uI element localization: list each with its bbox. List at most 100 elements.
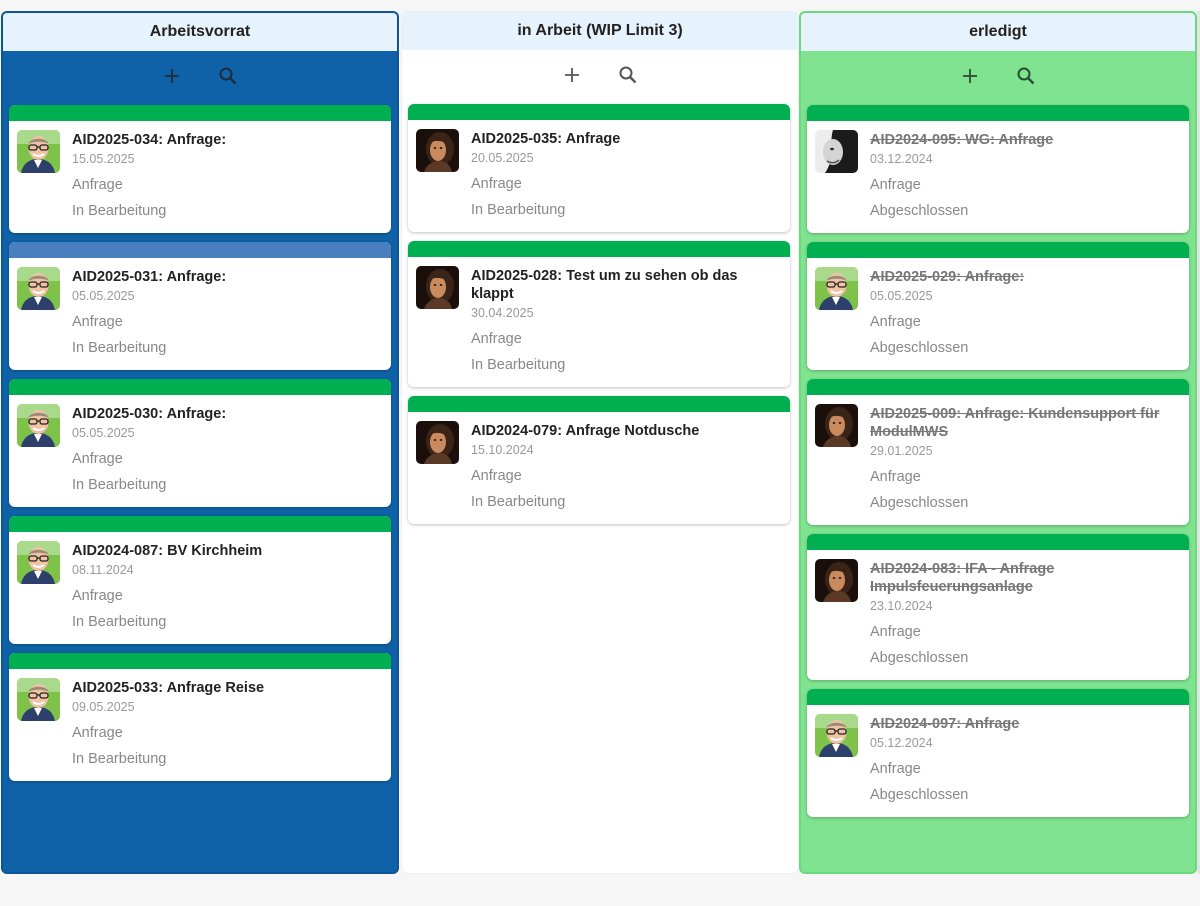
card-type: Anfrage (870, 177, 921, 193)
avatar (416, 266, 459, 309)
plus-icon (963, 69, 977, 83)
plus-icon (565, 68, 579, 82)
card-date: 03.12.2024 (870, 152, 933, 166)
card-type: Anfrage (870, 761, 921, 777)
add-card-button[interactable] (560, 63, 584, 87)
card-type: Anfrage (870, 624, 921, 640)
card-status-bar (807, 105, 1189, 121)
card-date: 08.11.2024 (72, 563, 134, 577)
card-status-bar (408, 241, 790, 257)
card-date: 05.05.2025 (870, 289, 933, 303)
avatar (17, 541, 60, 584)
search-icon (219, 67, 237, 85)
kanban-card[interactable]: AID2024-097: Anfrage 05.12.2024 Anfrage Abg… (807, 689, 1189, 817)
card-body: AID2024-087: BV Kirchheim 08.11.2024 Anfra… (9, 532, 391, 644)
avatar (416, 421, 459, 464)
card-type: Anfrage (471, 468, 522, 484)
column-title: erledigt (801, 13, 1195, 51)
kanban-card[interactable]: AID2025-028: Test um zu sehen ob das kla… (408, 241, 790, 387)
card-status: Abgeschlossen (870, 787, 969, 803)
card-type: Anfrage (72, 725, 123, 741)
card-body: AID2024-097: Anfrage 05.12.2024 Anfrage Abg… (807, 705, 1189, 817)
card-title: AID2025-030: Anfrage: (72, 406, 227, 422)
kanban-card[interactable]: AID2025-031: Anfrage: 05.05.2025 Anfrage In… (9, 242, 391, 370)
card-date: 15.05.2025 (72, 152, 135, 166)
card-status: In Bearbeitung (471, 357, 566, 373)
search-icon (1017, 67, 1035, 85)
card-title: AID2024-083: IFA - Anfrage Impulsfeuerun… (870, 561, 1055, 595)
plus-icon (165, 69, 179, 83)
search-button[interactable] (616, 63, 640, 87)
card-title: AID2025-029: Anfrage: (870, 269, 1025, 285)
card-title: AID2025-028: Test um zu sehen ob das kla… (471, 268, 738, 302)
card-title: AID2025-034: Anfrage: (72, 132, 227, 148)
add-card-button[interactable] (958, 64, 982, 88)
avatar (416, 129, 459, 172)
card-status: Abgeschlossen (870, 340, 969, 356)
card-status: In Bearbeitung (72, 751, 167, 767)
avatar (17, 678, 60, 721)
card-type: Anfrage (72, 451, 123, 467)
kanban-board: Arbeitsvorrat AID2025-034: Anfrage: 15.05… (0, 0, 1200, 906)
card-title: AID2025-035: Anfrage (471, 131, 621, 147)
card-type: Anfrage (471, 331, 522, 347)
kanban-card[interactable]: AID2025-035: Anfrage 20.05.2025 Anfrage In … (408, 104, 790, 232)
card-status: In Bearbeitung (72, 203, 167, 219)
card-body: AID2025-031: Anfrage: 05.05.2025 Anfrage In… (9, 258, 391, 370)
kanban-card[interactable]: AID2024-087: BV Kirchheim 08.11.2024 Anfra… (9, 516, 391, 644)
card-status: Abgeschlossen (870, 650, 969, 666)
column-in-progress: in Arbeit (WIP Limit 3) AID2025-035: Anf… (401, 11, 799, 874)
kanban-card[interactable]: AID2025-034: Anfrage: 15.05.2025 Anfrage In… (9, 105, 391, 233)
avatar (17, 404, 60, 447)
column-title: Arbeitsvorrat (3, 13, 397, 51)
column-toolbar (3, 59, 397, 93)
card-status: Abgeschlossen (870, 495, 969, 511)
kanban-card[interactable]: AID2024-079: Anfrage Notdusche 15.10.2024… (408, 396, 790, 524)
card-status-bar (807, 534, 1189, 550)
search-button[interactable] (1014, 64, 1038, 88)
card-status-bar (9, 105, 391, 121)
search-button[interactable] (216, 64, 240, 88)
card-type: Anfrage (471, 176, 522, 192)
card-title: AID2025-009: Anfrage: Kundensupport für … (870, 406, 1160, 440)
kanban-card[interactable]: AID2025-030: Anfrage: 05.05.2025 Anfrage In… (9, 379, 391, 507)
card-title: AID2024-087: BV Kirchheim (72, 543, 263, 559)
card-status: In Bearbeitung (72, 340, 167, 356)
card-date: 30.04.2025 (471, 306, 534, 320)
card-status-bar (9, 242, 391, 258)
kanban-card[interactable]: AID2025-009: Anfrage: Kundensupport für … (807, 379, 1189, 525)
avatar (815, 714, 858, 757)
card-body: AID2025-034: Anfrage: 15.05.2025 Anfrage In… (9, 121, 391, 233)
card-title: AID2025-031: Anfrage: (72, 269, 227, 285)
card-title: AID2024-079: Anfrage Notdusche (471, 423, 700, 439)
card-date: 05.05.2025 (72, 426, 135, 440)
column-backlog: Arbeitsvorrat AID2025-034: Anfrage: 15.05… (1, 11, 399, 874)
card-type: Anfrage (72, 177, 123, 193)
kanban-card[interactable]: AID2025-029: Anfrage: 05.05.2025 Anfrage Ab… (807, 242, 1189, 370)
card-date: 05.05.2025 (72, 289, 135, 303)
kanban-card[interactable]: AID2024-095: WG: Anfrage 03.12.2024 Anfrag… (807, 105, 1189, 233)
card-body: AID2025-029: Anfrage: 05.05.2025 Anfrage Ab… (807, 258, 1189, 370)
avatar (815, 130, 858, 173)
card-status-bar (807, 689, 1189, 705)
avatar (815, 404, 858, 447)
card-status: In Bearbeitung (72, 477, 167, 493)
card-status: In Bearbeitung (72, 614, 167, 630)
card-type: Anfrage (870, 314, 921, 330)
card-body: AID2024-095: WG: Anfrage 03.12.2024 Anfrag… (807, 121, 1189, 233)
column-done: erledigt AID2024-095: WG: Anfrage 03.12.2… (799, 11, 1197, 874)
card-body: AID2024-083: IFA - Anfrage Impulsfeuerun… (807, 550, 1189, 680)
kanban-card[interactable]: AID2025-033: Anfrage Reise 09.05.2025 Anfr… (9, 653, 391, 781)
column-toolbar (801, 59, 1195, 93)
kanban-card[interactable]: AID2024-083: IFA - Anfrage Impulsfeuerun… (807, 534, 1189, 680)
card-type: Anfrage (72, 314, 123, 330)
add-card-button[interactable] (160, 64, 184, 88)
card-status: Abgeschlossen (870, 203, 969, 219)
card-status: In Bearbeitung (471, 494, 566, 510)
column-toolbar (402, 58, 798, 92)
card-type: Anfrage (72, 588, 123, 604)
avatar (815, 559, 858, 602)
card-date: 15.10.2024 (471, 443, 534, 457)
card-title: AID2024-097: Anfrage (870, 716, 1020, 732)
avatar (17, 130, 60, 173)
